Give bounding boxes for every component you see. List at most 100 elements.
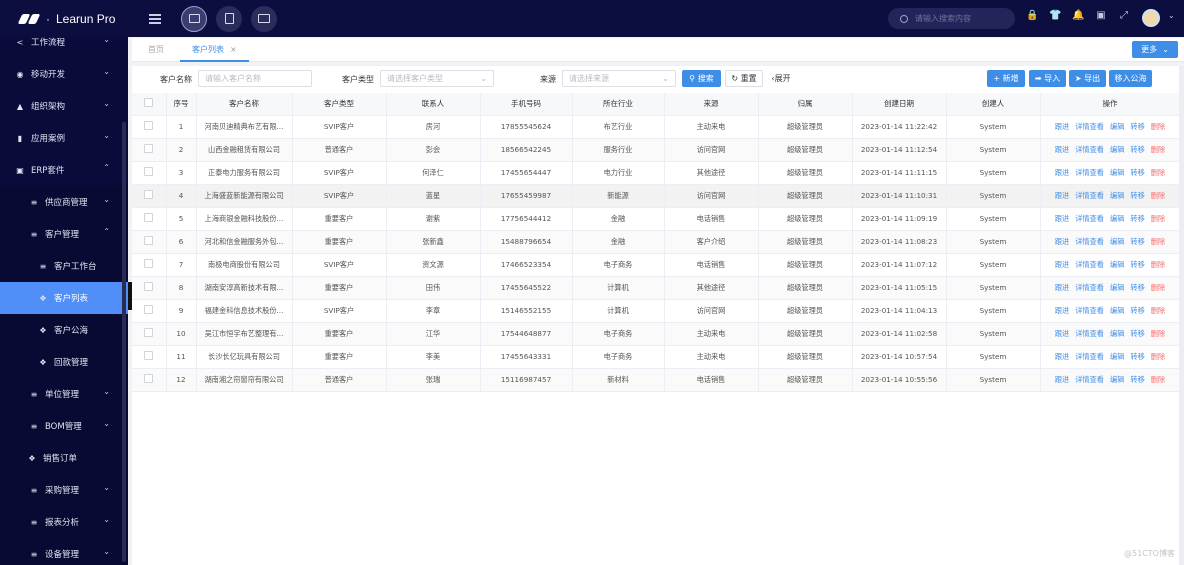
action-link-3[interactable]: 转移 [1130,145,1144,154]
action-link-0[interactable]: 跟进 [1055,329,1069,338]
action-link-1[interactable]: 详情查看 [1075,237,1104,246]
row-checkbox[interactable] [132,345,167,369]
shirt-icon[interactable]: 👕 [1049,10,1061,22]
column-header[interactable]: 创建人 [946,93,1041,116]
column-header[interactable]: 联系人 [386,93,481,116]
sidebar-item-customer-mgmt[interactable]: ≡ 客户管理 ⌃ [0,218,128,250]
action-link-4[interactable]: 删除 [1151,283,1165,292]
sidebar-item-customer-workbench[interactable]: ≡ 客户工作台 [0,250,128,282]
action-link-4[interactable]: 删除 [1151,260,1165,269]
move-to-pool-button[interactable]: 移入公海 [1109,70,1152,87]
action-link-1[interactable]: 详情查看 [1075,122,1104,131]
action-link-2[interactable]: 编辑 [1110,145,1124,154]
sidebar-item-sales-order[interactable]: ❖ 销售订单 [0,442,128,474]
translate-icon[interactable]: ▣ [1095,10,1107,22]
reset-button[interactable]: ↻ 重置 [725,70,763,87]
column-header[interactable]: 归属 [758,93,853,116]
action-link-0[interactable]: 跟进 [1055,375,1069,384]
row-checkbox[interactable] [132,161,167,185]
global-search-input[interactable]: 请输入搜索内容 [888,8,1015,29]
column-header[interactable]: 客户类型 [292,93,387,116]
row-checkbox[interactable] [132,276,167,300]
bell-icon[interactable]: 🔔 [1072,10,1084,22]
user-avatar[interactable] [1142,9,1160,27]
table-row[interactable]: 2 山西金融租赁有限公司 普通客户 彭会 18566542245 服务行业 访问官网 超级管理… [132,138,1181,162]
action-link-0[interactable]: 跟进 [1055,214,1069,223]
table-row[interactable]: 3 正泰电力服务有限公司 SVIP客户 何泽仁 17455654447 电力行业 其他途径超… [132,161,1181,185]
sidebar-item-cases[interactable]: ▮ 应用案例 ⌄ [0,122,128,154]
close-icon[interactable]: × [230,45,237,54]
action-link-1[interactable]: 详情查看 [1075,283,1104,292]
app-logo[interactable]: · Learun Pro [17,12,115,26]
action-link-0[interactable]: 跟进 [1055,260,1069,269]
action-link-2[interactable]: 编辑 [1110,191,1124,200]
action-link-4[interactable]: 删除 [1151,122,1165,131]
add-button[interactable]: + 新增 [987,70,1025,87]
action-link-3[interactable]: 转移 [1130,260,1144,269]
customer-name-input[interactable]: 请输入客户名称 [198,70,312,87]
action-link-1[interactable]: 详情查看 [1075,352,1104,361]
action-link-3[interactable]: 转移 [1130,306,1144,315]
sidebar-item-report[interactable]: ≡ 报表分析 ⌄ [0,506,128,538]
action-link-3[interactable]: 转移 [1130,352,1144,361]
action-link-0[interactable]: 跟进 [1055,168,1069,177]
select-all-checkbox[interactable] [132,93,167,116]
action-link-4[interactable]: 删除 [1151,306,1165,315]
search-button[interactable]: ⚲ 搜索 [682,70,721,87]
action-link-0[interactable]: 跟进 [1055,145,1069,154]
row-checkbox[interactable] [132,138,167,162]
action-link-2[interactable]: 编辑 [1110,214,1124,223]
action-link-2[interactable]: 编辑 [1110,329,1124,338]
action-link-2[interactable]: 编辑 [1110,122,1124,131]
row-checkbox[interactable] [132,368,167,392]
sidebar-item-equipment[interactable]: ≡ 设备管理 ⌄ [0,538,128,565]
action-link-1[interactable]: 详情查看 [1075,375,1104,384]
action-link-3[interactable]: 转移 [1130,122,1144,131]
sidebar-item-erp[interactable]: ▣ ERP套件 ⌃ [0,154,128,186]
sidebar-item-org[interactable]: ▲ 组织架构 ⌄ [0,90,128,122]
action-link-0[interactable]: 跟进 [1055,237,1069,246]
action-link-3[interactable]: 转移 [1130,375,1144,384]
action-link-0[interactable]: 跟进 [1055,283,1069,292]
action-link-4[interactable]: 删除 [1151,352,1165,361]
sidebar-item-supplier[interactable]: ≡ 供应商管理 ⌄ [0,186,128,218]
sidebar-item-mobile-dev[interactable]: ◉ 移动开发 ⌄ [0,58,128,90]
action-link-4[interactable]: 删除 [1151,329,1165,338]
row-checkbox[interactable] [132,184,167,208]
expand-button[interactable]: ‹ 展开 [768,70,794,87]
table-row[interactable]: 11 长沙长亿玩具有限公司 重要客户 李美 17455643331 电子商务 主动来电 超级管… [132,345,1181,369]
page-scrollbar[interactable] [1179,66,1184,565]
export-button[interactable]: ➤ 导出 [1069,70,1106,87]
monitor-module-icon[interactable] [251,5,278,32]
action-link-1[interactable]: 详情查看 [1075,329,1104,338]
action-link-2[interactable]: 编辑 [1110,375,1124,384]
table-row[interactable]: 5 上海商银金融科技股份... 重要客户 谢紫 17756544412 金融 电话销售 超级管… [132,207,1181,231]
table-row[interactable]: 12 湖南湘之帘窗帘有限公司 普通客户 张瑞 15116987457 新材料 电话销售 超级管… [132,368,1181,392]
action-link-0[interactable]: 跟进 [1055,352,1069,361]
action-link-4[interactable]: 删除 [1151,375,1165,384]
row-checkbox[interactable] [132,299,167,323]
tab-home[interactable]: 首页 [148,38,164,62]
action-link-1[interactable]: 详情查看 [1075,145,1104,154]
action-link-2[interactable]: 编辑 [1110,260,1124,269]
source-select[interactable]: 请选择来源 ⌄ [562,70,676,87]
action-link-3[interactable]: 转移 [1130,283,1144,292]
action-link-0[interactable]: 跟进 [1055,122,1069,131]
sidebar-item-unit[interactable]: ≡ 单位管理 ⌄ [0,378,128,410]
action-link-3[interactable]: 转移 [1130,214,1144,223]
action-link-1[interactable]: 详情查看 [1075,168,1104,177]
table-row[interactable]: 9 福建金科信息技术股份... SVIP客户 李章 15146552155 计算机 访问官网… [132,299,1181,323]
table-row[interactable]: 7 南极电商股份有限公司 SVIP客户 资文源 17466523354 电子商务 电话销售超… [132,253,1181,277]
action-link-3[interactable]: 转移 [1130,329,1144,338]
action-link-1[interactable]: 详情查看 [1075,191,1104,200]
action-link-2[interactable]: 编辑 [1110,352,1124,361]
row-checkbox[interactable] [132,207,167,231]
document-module-icon[interactable] [216,5,243,32]
table-row[interactable]: 10 吴江市恒宇布艺整理有... 重要客户 江华 17544648877 电子商务 主动来电… [132,322,1181,346]
column-header[interactable]: 序号 [166,93,197,116]
action-link-0[interactable]: 跟进 [1055,306,1069,315]
column-header[interactable]: 来源 [664,93,759,116]
action-link-4[interactable]: 删除 [1151,168,1165,177]
table-row[interactable]: 4 上海盛蓝新能源有限公司 SVIP客户 蓝星 17655459987 新能源 访问官网 超级… [132,184,1181,208]
sidebar-item-customer-pool[interactable]: ❖ 客户公海 [0,314,128,346]
